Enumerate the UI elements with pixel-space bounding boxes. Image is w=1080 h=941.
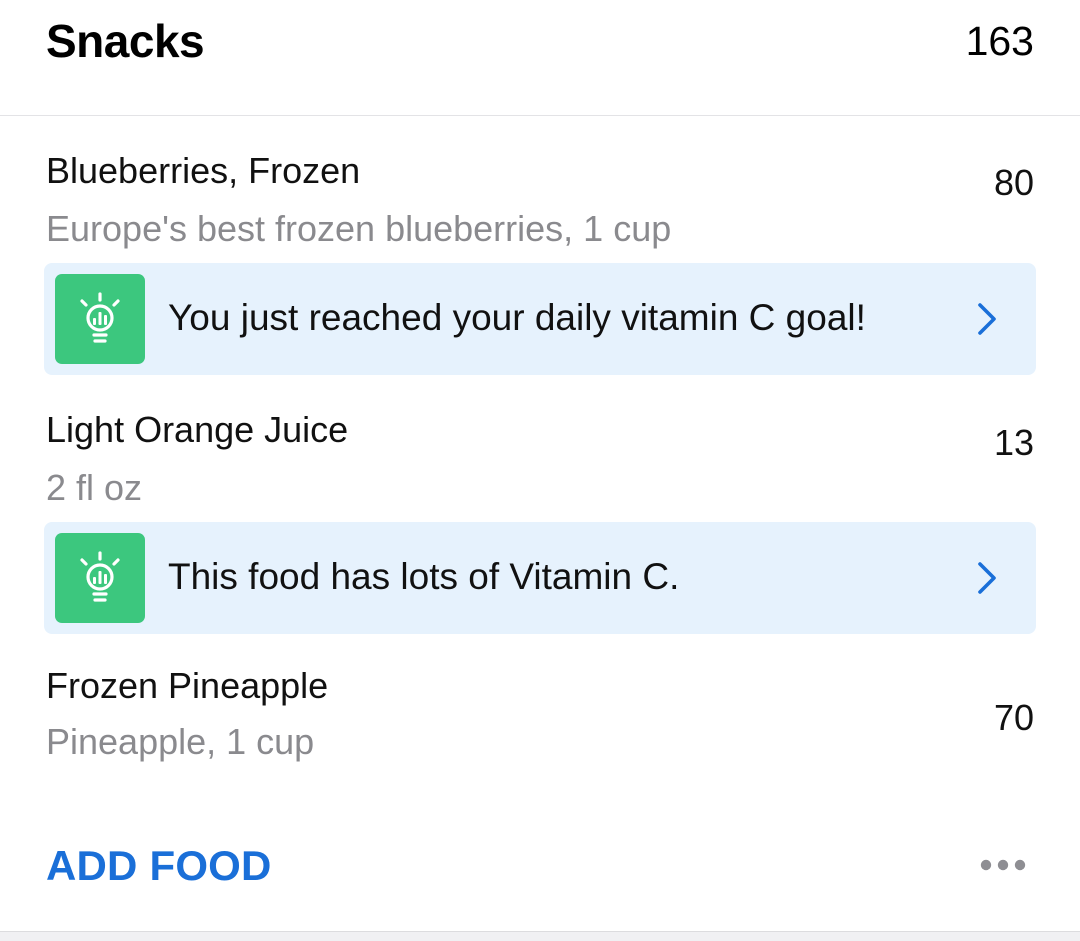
section-divider [0, 931, 1080, 941]
nutrition-tip-banner[interactable]: You just reached your daily vitamin C go… [44, 263, 1036, 375]
chevron-right-icon [978, 562, 996, 594]
lightbulb-icon [55, 533, 145, 623]
food-name: Frozen Pineapple [46, 665, 329, 706]
tip-text: You just reached your daily vitamin C go… [168, 297, 866, 338]
food-calories: 80 [993, 162, 1034, 203]
chevron-right-icon [978, 303, 996, 335]
meal-header: Snacks 163 [0, 0, 1080, 116]
food-name: Light Orange Juice [46, 409, 349, 450]
meal-title: Snacks [46, 15, 205, 67]
food-name: Blueberries, Frozen [46, 150, 361, 191]
nutrition-tip-banner[interactable]: This food has lots of Vitamin C. [44, 522, 1036, 634]
food-description: 2 fl oz [46, 467, 143, 508]
lightbulb-icon [55, 274, 145, 364]
food-calories: 70 [993, 697, 1034, 738]
more-horizontal-icon[interactable] [980, 858, 1026, 872]
food-description: Europe's best frozen blueberries, 1 cup [46, 208, 672, 249]
food-calories: 13 [993, 422, 1034, 463]
tip-text: This food has lots of Vitamin C. [168, 556, 680, 597]
add-food-button[interactable]: ADD FOOD [46, 842, 272, 890]
food-description: Pineapple, 1 cup [46, 721, 315, 762]
meal-total-calories: 163 [965, 18, 1034, 64]
